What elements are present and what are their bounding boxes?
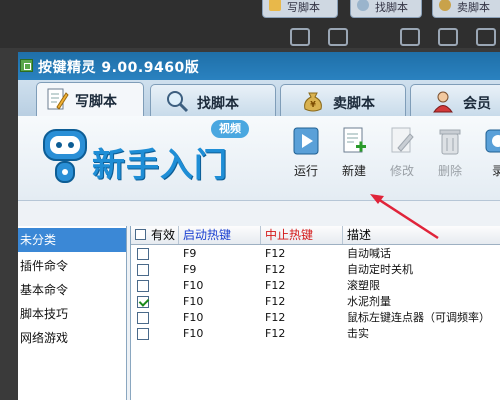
video-badge[interactable]: 视频 (211, 120, 249, 138)
background-tab-write: 写脚本 (262, 0, 338, 18)
tab-member[interactable]: 会员 (410, 84, 500, 116)
tab-sell-script[interactable]: ¥ 卖脚本 (280, 84, 406, 116)
tab-label: 找脚本 (197, 96, 239, 112)
table-row[interactable]: F10 F12 鼠标左键连点器（可调频率） (131, 310, 500, 326)
start-hotkey-cell: F9 (183, 247, 197, 260)
table-row[interactable]: F10 F12 水泥剂量 (131, 294, 500, 310)
start-hotkey-cell: F10 (183, 279, 204, 292)
description-cell: 滚塑限 (347, 279, 380, 292)
stop-hotkey-cell: F12 (265, 327, 286, 340)
delete-label: 删除 (437, 164, 462, 178)
category-item[interactable]: 网络游戏 (18, 326, 126, 350)
app-logo-icon (20, 59, 33, 72)
beginner-banner-title[interactable]: 新手入门 (92, 138, 228, 186)
background-delete-icon (438, 28, 458, 46)
pencil-icon (47, 88, 69, 110)
stop-hotkey-cell: F12 (265, 295, 286, 308)
background-run-icon (290, 28, 310, 46)
tab-label: 写脚本 (75, 94, 117, 110)
start-hotkey-cell: F10 (183, 311, 204, 324)
enabled-checkbox[interactable] (137, 296, 149, 308)
title-bar[interactable]: 按键精灵 9.00.9460版 (18, 52, 500, 80)
select-all-checkbox[interactable] (135, 229, 146, 240)
header-stop-hotkey[interactable]: 中止热键 (261, 226, 343, 244)
main-window: 按键精灵 9.00.9460版 写脚本 找脚本 ¥ 卖脚本 会员 新手入门 视频… (18, 52, 500, 400)
new-label: 新建 (341, 164, 366, 178)
table-header: 有效 启动热键 中止热键 描述 (131, 226, 500, 245)
enabled-checkbox[interactable] (137, 280, 149, 292)
header-enabled-label: 有效 (151, 228, 176, 242)
run-label: 运行 (293, 164, 318, 178)
background-new-icon (328, 28, 348, 46)
svg-text:¥: ¥ (310, 100, 316, 109)
background-record-icon (476, 28, 496, 46)
new-button[interactable]: 新建 (332, 124, 376, 190)
trash-icon (439, 129, 461, 155)
background-tab-label: 找脚本 (375, 1, 408, 14)
record-button[interactable]: 录 (476, 124, 500, 190)
money-bag-icon (439, 0, 451, 11)
run-button[interactable]: 运行 (284, 124, 328, 190)
description-cell: 自动定时关机 (347, 263, 413, 276)
description-cell: 水泥剂量 (347, 295, 391, 308)
tab-label: 卖脚本 (333, 96, 375, 112)
description-cell: 击实 (347, 327, 369, 340)
table-row[interactable]: F9 F12 自动喊话 (131, 246, 500, 262)
category-item[interactable]: 基本命令 (18, 278, 126, 302)
description-cell: 鼠标左键连点器（可调频率） (347, 311, 490, 324)
record-icon (485, 129, 500, 153)
robot-mascot-icon (43, 129, 87, 183)
enabled-checkbox[interactable] (137, 312, 149, 324)
enabled-checkbox[interactable] (137, 248, 149, 260)
description-cell: 自动喊话 (347, 247, 391, 260)
header-start-hotkey[interactable]: 启动热键 (179, 226, 261, 244)
enabled-checkbox[interactable] (137, 264, 149, 276)
header-enabled[interactable]: 有效 (131, 226, 179, 244)
window-title: 按键精灵 9.00.9460版 (38, 60, 200, 76)
start-hotkey-cell: F10 (183, 327, 204, 340)
edit-label: 修改 (389, 164, 414, 178)
background-tab-sell: 卖脚本 (432, 0, 500, 18)
script-table: 有效 启动热键 中止热键 描述 F9 F12 自动喊话 F9 F12 自动定时关… (130, 226, 500, 400)
magnifier-icon (357, 0, 369, 11)
category-list: 未分类 插件命令 基本命令 脚本技巧 网络游戏 (18, 226, 127, 400)
run-icon (293, 127, 319, 155)
record-label: 录 (491, 164, 500, 178)
stop-hotkey-cell: F12 (265, 263, 286, 276)
header-description[interactable]: 描述 (343, 226, 500, 244)
table-row[interactable]: F10 F12 滚塑限 (131, 278, 500, 294)
edit-icon (391, 127, 414, 153)
tab-find-script[interactable]: 找脚本 (150, 84, 276, 116)
background-tab-find: 找脚本 (350, 0, 422, 18)
enabled-checkbox[interactable] (137, 328, 149, 340)
category-item[interactable]: 脚本技巧 (18, 302, 126, 326)
start-hotkey-cell: F9 (183, 263, 197, 276)
magnifier-icon (167, 91, 189, 113)
category-item[interactable]: 插件命令 (18, 254, 126, 278)
stop-hotkey-cell: F12 (265, 279, 286, 292)
table-row[interactable]: F9 F12 自动定时关机 (131, 262, 500, 278)
start-hotkey-cell: F10 (183, 295, 204, 308)
pencil-icon (269, 0, 281, 11)
category-item[interactable]: 未分类 (18, 228, 126, 252)
edit-button[interactable]: 修改 (380, 124, 424, 190)
tab-label: 会员 (463, 96, 491, 112)
stop-hotkey-cell: F12 (265, 247, 286, 260)
tab-write-script[interactable]: 写脚本 (36, 82, 144, 117)
money-bag-icon: ¥ (304, 92, 322, 112)
delete-button[interactable]: 删除 (428, 124, 472, 190)
new-script-icon (343, 127, 366, 153)
background-edit-icon (400, 28, 420, 46)
background-tab-label: 写脚本 (287, 1, 320, 14)
main-tab-bar: 写脚本 找脚本 ¥ 卖脚本 会员 (18, 80, 500, 117)
toolbar: 新手入门 视频 运行 新建 修改 删除 录 (18, 116, 500, 201)
member-icon (433, 91, 453, 113)
background-tab-label: 卖脚本 (457, 1, 490, 14)
table-row[interactable]: F10 F12 击实 (131, 326, 500, 342)
stop-hotkey-cell: F12 (265, 311, 286, 324)
background-window: 写脚本 找脚本 卖脚本 (0, 0, 500, 48)
